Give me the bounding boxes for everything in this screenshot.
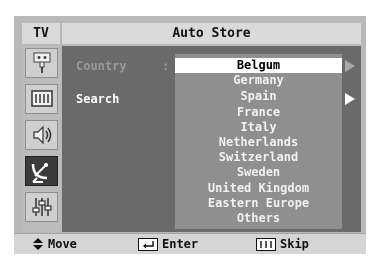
picture-icon[interactable]: [25, 84, 58, 114]
country-arrow-icon: [345, 60, 355, 72]
country-option[interactable]: France: [175, 106, 342, 119]
tv-osd-screen: TV Auto Store Country: Search Belgum Ge…: [0, 0, 379, 265]
skip-hint: Skip: [256, 237, 309, 251]
country-option[interactable]: Others: [175, 212, 342, 225]
country-option[interactable]: United Kingdom: [175, 182, 342, 195]
search-label[interactable]: Search: [76, 92, 119, 106]
move-hint: Move: [32, 237, 77, 251]
country-option[interactable]: Germany: [175, 74, 342, 87]
enter-icon: [138, 237, 158, 251]
hint-bar: Move Enter Skip: [14, 233, 366, 254]
input-icon[interactable]: [25, 48, 58, 78]
country-option[interactable]: Italy: [175, 121, 342, 134]
setup-icon[interactable]: [25, 192, 58, 222]
country-option[interactable]: Spain: [175, 90, 342, 103]
channel-icon[interactable]: [25, 156, 58, 186]
country-option[interactable]: Eastern Europe: [175, 197, 342, 210]
menu-icon: [256, 237, 276, 251]
country-option[interactable]: Switzerland: [175, 151, 342, 164]
sound-icon[interactable]: [25, 120, 58, 150]
country-label[interactable]: Country: [76, 59, 127, 73]
updown-arrow-icon: [33, 238, 43, 250]
country-option[interactable]: Netherlands: [175, 136, 342, 149]
sidebar: [22, 46, 60, 232]
country-colon: :: [162, 59, 170, 73]
skip-label: Skip: [280, 237, 309, 251]
search-arrow-icon[interactable]: [345, 93, 355, 105]
country-option[interactable]: Sweden: [175, 166, 342, 179]
move-label: Move: [48, 237, 77, 251]
enter-hint: Enter: [138, 237, 198, 251]
enter-label: Enter: [162, 237, 199, 251]
source-label: TV: [22, 23, 60, 44]
menu-title: Auto Store: [62, 23, 361, 44]
country-option-selected[interactable]: Belgum: [175, 58, 342, 73]
